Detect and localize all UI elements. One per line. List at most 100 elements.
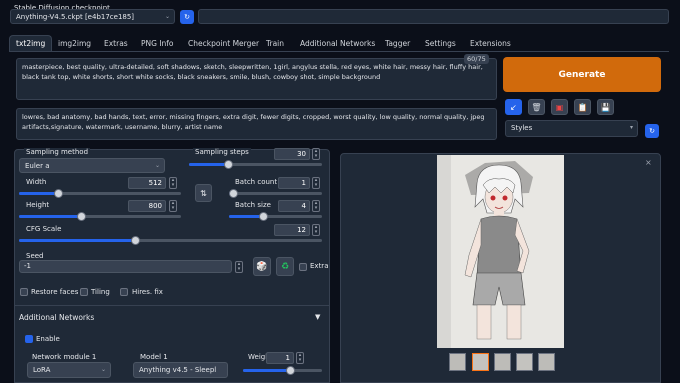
cfg-scale-stepper[interactable]: ▴ ▾ [312, 224, 320, 236]
reuse-seed-button[interactable]: ♻ [276, 257, 294, 276]
tiling-label: Tiling [91, 288, 110, 296]
seed-value: -1 [24, 262, 31, 270]
sampling-method-dropdown[interactable]: Euler a ⌄ [19, 158, 165, 173]
sampling-steps-input[interactable]: 30 [274, 148, 310, 160]
styles-dropdown[interactable]: Styles ▾ [505, 120, 638, 137]
enable-networks-checkbox[interactable] [25, 335, 33, 343]
network-module-label: Network module 1 [32, 353, 97, 361]
batch-count-slider[interactable] [229, 189, 322, 198]
tiling-checkbox[interactable] [80, 288, 88, 296]
slider-thumb[interactable] [259, 212, 268, 221]
apply-style-button[interactable]: 📋 [574, 99, 591, 115]
token-counter: 60/75 [464, 54, 489, 64]
prompt-textarea[interactable]: masterpiece, best quality, ultra-detaile… [16, 58, 497, 100]
height-stepper[interactable]: ▴ ▾ [169, 200, 177, 212]
tab-checkpoint-merger[interactable]: Checkpoint Merger [188, 39, 259, 48]
tab-settings[interactable]: Settings [425, 39, 456, 48]
chevron-down-icon: ⌄ [154, 162, 160, 169]
tab-txt2img[interactable]: txt2img [9, 35, 53, 51]
refresh-checkpoint-button[interactable]: ↻ [180, 10, 194, 24]
styles-label: Styles [511, 124, 533, 132]
tab-additional-networks[interactable]: Additional Networks [300, 39, 375, 48]
extra-networks-button[interactable]: ▣ [551, 99, 568, 115]
height-input[interactable]: 800 [128, 200, 166, 212]
height-slider[interactable] [19, 212, 181, 221]
model-dropdown[interactable]: Anything v4.5 - Sleepl [133, 362, 228, 378]
restore-faces-label: Restore faces [31, 288, 79, 296]
sampling-method-label: Sampling method [24, 148, 91, 156]
close-icon[interactable]: × [645, 158, 652, 167]
height-label: Height [26, 201, 50, 209]
slider-thumb[interactable] [77, 212, 86, 221]
tab-extras[interactable]: Extras [104, 39, 128, 48]
thumbnail-5[interactable] [538, 353, 555, 371]
slider-thumb[interactable] [54, 189, 63, 198]
width-stepper[interactable]: ▴ ▾ [169, 177, 177, 189]
extra-seed-checkbox[interactable] [299, 263, 307, 271]
sampling-steps-label: Sampling steps [193, 148, 251, 156]
slider-thumb[interactable] [224, 160, 233, 169]
thumbnail-1[interactable] [449, 353, 466, 371]
additional-networks-title: Additional Networks [19, 313, 95, 322]
checkpoint-dropdown[interactable]: Anything-V4.5.ckpt [e4b17ce185] ⌄ [10, 9, 175, 24]
slider-thumb[interactable] [229, 189, 238, 198]
width-slider[interactable] [19, 189, 181, 198]
card-icon: ▣ [555, 102, 564, 112]
cfg-scale-input[interactable]: 12 [274, 224, 310, 236]
slider-thumb[interactable] [286, 366, 295, 375]
tab-train[interactable]: Train [266, 39, 284, 48]
batch-count-label: Batch count [235, 178, 278, 186]
generated-image[interactable] [437, 155, 564, 348]
cfg-scale-slider[interactable] [19, 236, 322, 245]
batch-size-slider[interactable] [229, 212, 322, 221]
sampling-steps-slider[interactable] [189, 160, 322, 169]
weight-slider[interactable] [243, 366, 322, 375]
restore-faces-checkbox[interactable] [20, 288, 28, 296]
top-bar-spacer [198, 9, 669, 24]
clear-prompt-button[interactable]: 🗑 [528, 99, 545, 115]
tab-tagger[interactable]: Tagger [385, 39, 410, 48]
additional-networks-header[interactable]: Additional Networks [19, 313, 94, 322]
batch-count-input[interactable]: 1 [278, 177, 310, 189]
thumbnail-2[interactable] [472, 353, 489, 371]
batch-count-stepper[interactable]: ▴ ▾ [312, 177, 320, 189]
prompt-text: masterpiece, best quality, ultra-detaile… [22, 63, 483, 81]
tab-png-info[interactable]: PNG Info [141, 39, 174, 48]
thumbnail-4[interactable] [516, 353, 533, 371]
clipboard-icon: 📋 [577, 102, 588, 112]
batch-size-input[interactable]: 4 [278, 200, 310, 212]
hires-fix-checkbox[interactable] [120, 288, 128, 296]
slider-thumb[interactable] [131, 236, 140, 245]
anime-girl-illustration [437, 155, 564, 348]
chevron-down-icon: ⌄ [100, 366, 106, 373]
network-module-value: LoRA [33, 366, 51, 374]
tab-extensions[interactable]: Extensions [470, 39, 511, 48]
thumbnail-3[interactable] [494, 353, 511, 371]
weight-input[interactable]: 1 [266, 352, 294, 364]
refresh-icon: ↻ [184, 13, 190, 21]
negative-prompt-text: lowres, bad anatomy, bad hands, text, er… [22, 113, 485, 131]
checkpoint-value: Anything-V4.5.ckpt [e4b17ce185] [16, 13, 135, 21]
batch-size-stepper[interactable]: ▴ ▾ [312, 200, 320, 212]
sampling-steps-stepper[interactable]: ▴ ▾ [312, 148, 320, 160]
trash-icon: 🗑 [531, 102, 542, 112]
model-label: Model 1 [140, 353, 168, 361]
refresh-styles-button[interactable]: ↻ [645, 124, 659, 138]
refresh-icon: ↻ [649, 127, 655, 135]
network-module-dropdown[interactable]: LoRA ⌄ [27, 362, 111, 378]
collapse-triangle-icon[interactable]: ▼ [315, 313, 320, 321]
seed-stepper[interactable]: ▴ ▾ [235, 261, 243, 273]
arrow-icon: ↙ [510, 102, 517, 112]
seed-input[interactable]: -1 [19, 260, 232, 273]
negative-prompt-textarea[interactable]: lowres, bad anatomy, bad hands, text, er… [16, 108, 497, 140]
tab-underline [9, 51, 669, 52]
weight-stepper[interactable]: ▴ ▾ [296, 352, 304, 364]
swap-dimensions-button[interactable]: ⇅ [195, 184, 212, 202]
read-params-button[interactable]: ↙ [505, 99, 522, 115]
tab-img2img[interactable]: img2img [58, 39, 91, 48]
generate-button[interactable]: Generate [503, 57, 661, 92]
save-icon: 💾 [600, 102, 611, 112]
random-seed-button[interactable]: 🎲 [253, 257, 271, 276]
width-input[interactable]: 512 [128, 177, 166, 189]
save-style-button[interactable]: 💾 [597, 99, 614, 115]
